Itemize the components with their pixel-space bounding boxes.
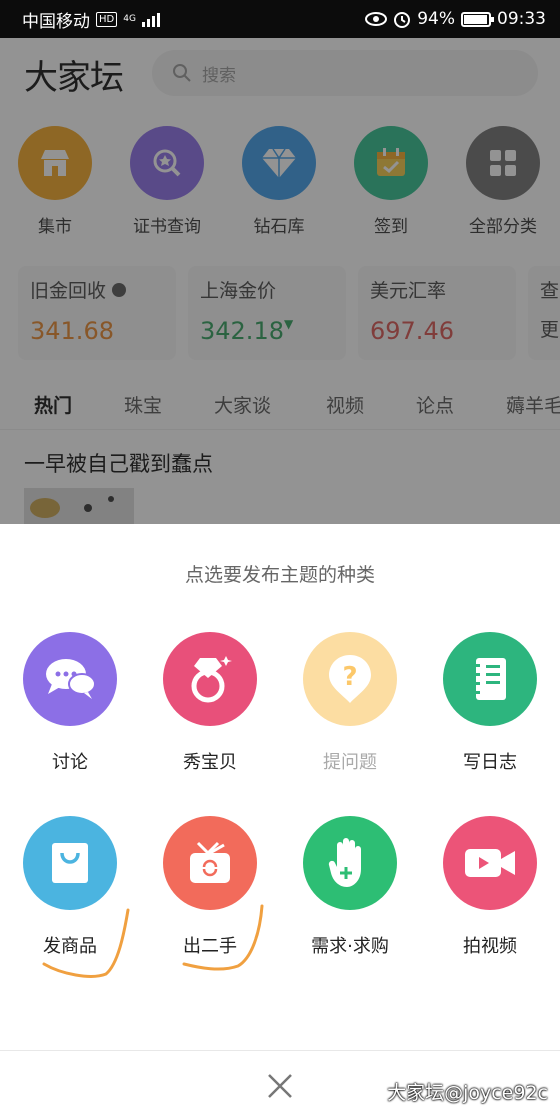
eye-icon [365,12,388,26]
secondhand-box-icon [163,816,257,910]
modal-overlay[interactable] [0,38,560,524]
shopping-bag-icon [23,816,117,910]
status-bar: 中国移动 HD 4G 94% 09:33 [0,0,560,38]
option-post-product[interactable]: 发商品 [0,816,140,958]
hand-plus-icon [303,816,397,910]
option-label: 拍视频 [463,936,517,957]
alarm-icon [394,12,411,28]
svg-text:?: ? [342,662,357,692]
carrier-name: 中国移动 [22,11,90,32]
hd-badge: HD [96,11,118,27]
network-type: 4G [123,13,136,24]
publish-sheet: 点选要发布主题的种类 讨论 秀宝贝 ? 提问题 写日志 发商品 出二手 需求·求… [0,524,560,1120]
option-show-treasure[interactable]: 秀宝贝 [140,632,280,774]
close-button[interactable] [260,1066,300,1106]
option-label: 秀宝贝 [183,752,237,773]
sheet-divider [0,1050,560,1051]
option-discuss[interactable]: 讨论 [0,632,140,774]
sheet-title: 点选要发布主题的种类 [184,564,375,586]
clock: 09:33 [497,9,546,29]
option-record-video[interactable]: 拍视频 [420,816,560,958]
close-icon [268,1074,292,1098]
option-label: 讨论 [52,752,88,773]
chat-bubbles-icon [23,632,117,726]
option-write-diary[interactable]: 写日志 [420,632,560,774]
option-request-buy[interactable]: 需求·求购 [280,816,420,958]
signal-icon [141,11,160,27]
option-secondhand[interactable]: 出二手 [140,816,280,958]
option-label: 出二手 [183,936,237,957]
video-camera-icon [443,816,537,910]
battery-percent: 94% [417,9,455,29]
battery-icon [461,11,494,27]
watermark: 大家坛@joyce92c [387,1082,548,1104]
notebook-icon [443,632,537,726]
option-ask-question: ? 提问题 [280,632,420,774]
option-label: 写日志 [463,752,517,773]
diamond-ring-icon [163,632,257,726]
option-label: 发商品 [43,936,97,957]
question-icon: ? [303,632,397,726]
option-label: 需求·求购 [311,936,389,957]
option-label: 提问题 [323,752,377,773]
